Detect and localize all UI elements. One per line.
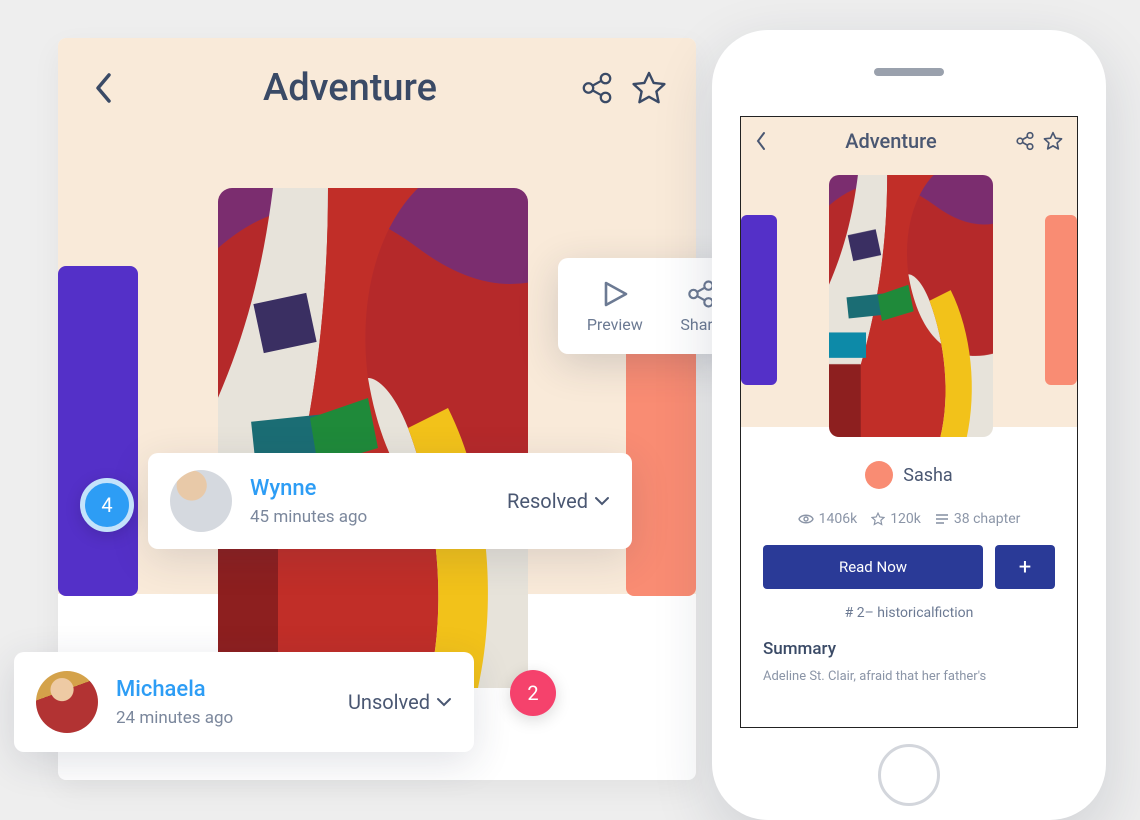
summary-text: Adeline St. Clair, afraid that her fathe…: [763, 669, 1055, 684]
phone-mockup: Adventure: [712, 30, 1106, 820]
chevron-down-icon: [436, 697, 452, 707]
chevron-left-icon: [94, 72, 114, 104]
main-header: Adventure: [58, 66, 696, 110]
phone-carousel-current[interactable]: [829, 175, 993, 437]
phone-speaker: [874, 68, 944, 76]
comment-time: 45 minutes ago: [250, 507, 489, 527]
cta-row: Read Now +: [763, 545, 1055, 589]
play-icon: [600, 279, 630, 309]
notification-badge-pink[interactable]: 2: [510, 670, 556, 716]
comment-body: Michaela 24 minutes ago: [116, 677, 330, 728]
star-icon: [631, 70, 667, 106]
share-icon: [580, 71, 614, 105]
phone-header-actions: [1015, 131, 1063, 151]
views-count: 1406k: [819, 511, 858, 527]
phone-screen: Adventure: [740, 116, 1078, 728]
stars-stat: 120k: [871, 511, 921, 527]
comment-card[interactable]: Michaela 24 minutes ago Unsolved: [14, 652, 474, 752]
share-button[interactable]: [578, 69, 616, 107]
chapters-count: 38 chapter: [954, 511, 1020, 527]
carousel-card-prev[interactable]: [58, 266, 138, 596]
phone-home-button[interactable]: [878, 744, 940, 806]
star-icon: [1043, 131, 1063, 151]
preview-label: Preview: [587, 315, 643, 334]
stars-count: 120k: [890, 511, 921, 527]
add-button[interactable]: +: [995, 545, 1055, 589]
comment-card[interactable]: Wynne 45 minutes ago Resolved: [148, 453, 632, 549]
preview-button[interactable]: Preview: [587, 279, 643, 334]
stats-row: 1406k 120k 38 chapter: [763, 511, 1055, 527]
share-icon: [1015, 131, 1035, 151]
phone-carousel-next[interactable]: [1045, 215, 1077, 385]
avatar: [36, 671, 98, 733]
views-stat: 1406k: [798, 511, 858, 527]
comment-status-label: Unsolved: [348, 690, 430, 714]
page-title: Adventure: [263, 66, 437, 110]
book-cover-art: [829, 175, 993, 437]
phone-share-button[interactable]: [1015, 131, 1035, 151]
read-now-button[interactable]: Read Now: [763, 545, 983, 589]
phone-hero: Adventure: [741, 117, 1077, 427]
author-name: Sasha: [903, 465, 952, 486]
phone-body: Sasha 1406k 120k: [741, 427, 1077, 684]
phone-favorite-button[interactable]: [1043, 131, 1063, 151]
notification-badge-blue[interactable]: 4: [80, 478, 134, 532]
chevron-down-icon: [594, 496, 610, 506]
comment-body: Wynne 45 minutes ago: [250, 476, 489, 527]
comment-status-dropdown[interactable]: Unsolved: [348, 690, 452, 714]
author-avatar: [865, 461, 893, 489]
comment-status-label: Resolved: [507, 489, 588, 513]
summary-heading: Summary: [763, 639, 1055, 659]
comment-status-dropdown[interactable]: Resolved: [507, 489, 610, 513]
avatar: [170, 470, 232, 532]
book-cover-art: [218, 188, 528, 688]
read-now-label: Read Now: [839, 558, 907, 576]
phone-carousel-prev[interactable]: [741, 215, 777, 385]
comment-author: Wynne: [250, 476, 489, 501]
phone-header: Adventure: [741, 117, 1077, 153]
phone-carousel[interactable]: [741, 175, 1077, 455]
list-icon: [935, 513, 949, 525]
header-actions: [578, 69, 668, 107]
phone-title: Adventure: [845, 129, 937, 153]
carousel-card-current[interactable]: [218, 188, 528, 688]
star-icon: [871, 512, 885, 526]
badge-count: 4: [101, 493, 112, 517]
book-tag[interactable]: # 2– historicalfiction: [763, 605, 1055, 621]
back-button[interactable]: [86, 70, 122, 106]
comment-time: 24 minutes ago: [116, 708, 330, 728]
chapters-stat: 38 chapter: [935, 511, 1020, 527]
favorite-button[interactable]: [630, 69, 668, 107]
phone-back-button[interactable]: [755, 131, 767, 151]
comment-author: Michaela: [116, 677, 330, 702]
author-row[interactable]: Sasha: [763, 461, 1055, 489]
chevron-left-icon: [755, 131, 767, 151]
badge-count: 2: [527, 681, 538, 705]
eye-icon: [798, 513, 814, 525]
plus-icon: +: [1019, 555, 1031, 580]
